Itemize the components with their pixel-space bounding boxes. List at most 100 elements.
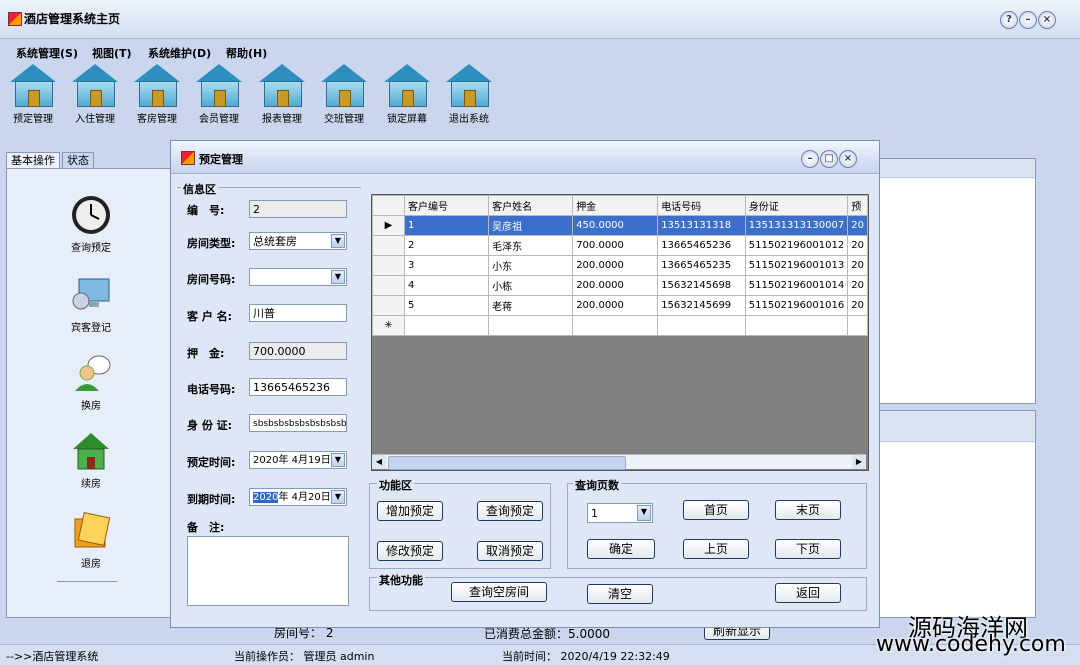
menu-maintenance[interactable]: 系统维护(D)	[148, 45, 211, 61]
table-cell[interactable]: 511502196001014	[744, 275, 849, 296]
customer-name-field[interactable]: 川普	[249, 304, 347, 322]
toolbar-members[interactable]: 会员管理	[190, 64, 248, 128]
table-cell[interactable]: 1	[403, 215, 490, 236]
table-cell[interactable]: 小栋	[488, 275, 574, 296]
cancel-reservation-button[interactable]: 取消预定	[477, 541, 543, 561]
add-reservation-button[interactable]: 增加预定	[377, 501, 443, 521]
table-row[interactable]: 3 小东 200.0000 13665465235 511502196001013 20	[372, 255, 868, 276]
grid-header[interactable]: 预	[847, 195, 868, 216]
menu-help[interactable]: 帮助(H)	[226, 45, 267, 61]
query-reservation-button[interactable]: 查询预定	[51, 195, 131, 254]
grid-header[interactable]: 电话号码	[657, 195, 746, 216]
table-cell[interactable]: 20	[847, 235, 868, 256]
customer-grid[interactable]: 客户编号 客户姓名 押金 电话号码 身份证 预 ▶ 1 吴彦祖 450.0000 135…	[371, 194, 869, 471]
grid-header[interactable]: 客户姓名	[488, 195, 574, 216]
change-room-button[interactable]: 换房	[51, 353, 131, 412]
id-card-field[interactable]: sbsbsbsbsbsbsbsbsb	[249, 414, 347, 432]
last-page-button[interactable]: 末页	[775, 500, 841, 520]
dropdown-arrow-icon[interactable]: ▼	[331, 270, 345, 284]
table-cell[interactable]: 老蒋	[488, 295, 574, 316]
end-date-picker[interactable]: 2020年 4月20日 ▼	[249, 488, 347, 506]
toolbar-exit[interactable]: 退出系统	[440, 64, 498, 128]
table-cell[interactable]	[572, 315, 659, 336]
help-button[interactable]: ?	[1000, 11, 1018, 29]
close-button[interactable]: ×	[1038, 11, 1056, 29]
toolbar-lock-screen[interactable]: 锁定屏幕	[378, 64, 436, 128]
table-cell[interactable]: 700.0000	[572, 235, 659, 256]
tab-status[interactable]: 状态	[62, 152, 94, 169]
table-cell[interactable]: 20	[847, 275, 868, 296]
phone-field[interactable]: 13665465236	[249, 378, 347, 396]
new-row[interactable]: ✳	[372, 315, 868, 336]
dialog-minimize-button[interactable]: –	[801, 150, 819, 168]
table-row[interactable]: 4 小栋 200.0000 15632145698 511502196001014 20	[372, 275, 868, 296]
table-cell[interactable]: 13665465235	[657, 255, 746, 276]
prev-page-button[interactable]: 上页	[683, 539, 749, 559]
row-header[interactable]	[372, 255, 405, 276]
row-header[interactable]	[372, 275, 405, 296]
table-cell[interactable]: 450.0000	[572, 215, 659, 236]
table-cell[interactable]: 5	[403, 295, 490, 316]
table-cell[interactable]	[657, 315, 746, 336]
dropdown-arrow-icon[interactable]: ▼	[331, 490, 345, 504]
table-cell[interactable]	[403, 315, 490, 336]
table-cell[interactable]: 3	[403, 255, 490, 276]
scroll-left-icon[interactable]: ◀	[372, 455, 386, 469]
table-cell[interactable]: 200.0000	[572, 275, 659, 296]
table-cell[interactable]: 13665465236	[657, 235, 746, 256]
modify-reservation-button[interactable]: 修改预定	[377, 541, 443, 561]
query-empty-rooms-button[interactable]: 查询空房间	[451, 582, 547, 602]
table-cell[interactable]: 511502196001013	[744, 255, 849, 276]
horizontal-scrollbar[interactable]: ◀ ▶	[372, 454, 866, 470]
table-cell[interactable]: 吴彦祖	[488, 215, 574, 236]
page-select[interactable]: 1 ▼	[587, 503, 653, 523]
table-cell[interactable]: 小东	[488, 255, 574, 276]
table-cell[interactable]: 20	[847, 255, 868, 276]
table-cell[interactable]: 135131313130007	[744, 215, 849, 236]
clear-button[interactable]: 清空	[587, 584, 653, 604]
dropdown-arrow-icon[interactable]: ▼	[637, 505, 651, 521]
table-row[interactable]: 2 毛泽东 700.0000 13665465236 511502196001012 20	[372, 235, 868, 256]
note-textarea[interactable]	[187, 536, 349, 606]
grid-header[interactable]: 客户编号	[403, 195, 490, 216]
table-cell[interactable]: 200.0000	[572, 295, 659, 316]
row-header[interactable]: ▶	[372, 215, 405, 236]
toolbar-shift[interactable]: 交班管理	[315, 64, 373, 128]
toolbar-rooms[interactable]: 客房管理	[128, 64, 186, 128]
confirm-page-button[interactable]: 确定	[587, 539, 655, 559]
minimize-button[interactable]: –	[1019, 11, 1037, 29]
table-cell[interactable]: 20	[847, 215, 868, 236]
guest-register-button[interactable]: 宾客登记	[51, 275, 131, 334]
room-number-select[interactable]: ▼	[249, 268, 347, 286]
id-field[interactable]: 2	[249, 200, 347, 218]
dialog-close-button[interactable]: ×	[839, 150, 857, 168]
toolbar-reservation[interactable]: 预定管理	[4, 64, 62, 128]
back-button[interactable]: 返回	[775, 583, 841, 603]
table-cell[interactable]: 4	[403, 275, 490, 296]
table-cell[interactable]: 2	[403, 235, 490, 256]
scroll-right-icon[interactable]: ▶	[852, 455, 866, 469]
table-cell[interactable]: 200.0000	[572, 255, 659, 276]
table-row[interactable]: ▶ 1 吴彦祖 450.0000 13513131318 135131313130007 2…	[372, 215, 868, 236]
row-header[interactable]	[372, 295, 405, 316]
dialog-maximize-button[interactable]: □	[820, 150, 838, 168]
grid-header[interactable]: 押金	[572, 195, 659, 216]
table-cell[interactable]: 15632145699	[657, 295, 746, 316]
grid-header[interactable]: 身份证	[744, 195, 849, 216]
dropdown-arrow-icon[interactable]: ▼	[331, 453, 345, 467]
table-cell[interactable]: 20	[847, 295, 868, 316]
extend-stay-button[interactable]: 续房	[51, 431, 131, 490]
start-date-picker[interactable]: 2020年 4月19日 ▼	[249, 451, 347, 469]
dropdown-arrow-icon[interactable]: ▼	[331, 234, 345, 248]
table-cell[interactable]: 13513131318	[657, 215, 746, 236]
table-cell[interactable]	[744, 315, 849, 336]
room-type-select[interactable]: 总统套房 ▼	[249, 232, 347, 250]
deposit-field[interactable]: 700.0000	[249, 342, 347, 360]
table-row[interactable]: 5 老蒋 200.0000 15632145699 511502196001016 20	[372, 295, 868, 316]
first-page-button[interactable]: 首页	[683, 500, 749, 520]
toolbar-reports[interactable]: 报表管理	[253, 64, 311, 128]
menu-system-admin[interactable]: 系统管理(S)	[16, 45, 78, 61]
table-cell[interactable]	[488, 315, 574, 336]
table-cell[interactable]: 511502196001012	[744, 235, 849, 256]
scroll-thumb[interactable]	[388, 456, 626, 470]
